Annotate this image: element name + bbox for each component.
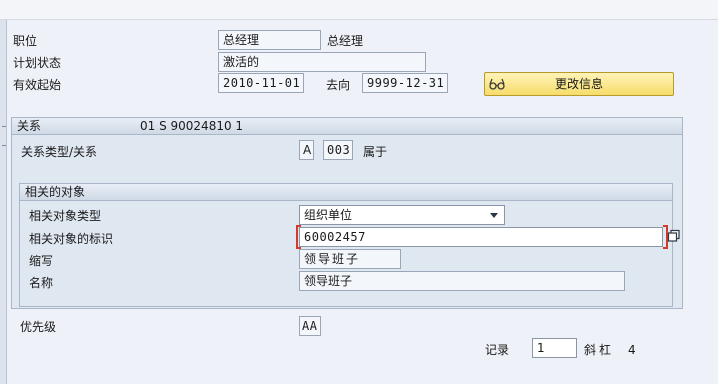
planning-status-label: 计划状态 (13, 56, 62, 70)
left-scroll-edge[interactable] (0, 20, 7, 384)
position-field[interactable]: 总经理 (218, 30, 321, 50)
priority-label: 优先级 (20, 320, 57, 334)
edge-tick (2, 126, 6, 127)
relationship-group-header: 关系 01 S 90024810 1 (12, 118, 682, 135)
relationship-code-field[interactable]: 003 (323, 140, 353, 160)
position-text: 总经理 (327, 34, 364, 48)
name-label: 名称 (29, 276, 54, 290)
change-info-button[interactable]: 更改信息 (484, 72, 674, 96)
planning-status-field[interactable]: 激活的 (218, 52, 426, 72)
related-object-title: 相关的对象 (25, 185, 86, 199)
valid-from-field[interactable]: 2010-11-01 (218, 73, 304, 93)
name-field[interactable]: 领导班子 (299, 271, 625, 291)
related-object-type-select[interactable]: 组织单位 (299, 205, 505, 225)
change-info-label: 更改信息 (554, 77, 603, 91)
priority-field[interactable]: AA (299, 316, 321, 336)
top-toolbar-strip (0, 0, 718, 20)
records-total: 4 (628, 343, 636, 357)
records-label: 记录 (485, 343, 510, 357)
related-object-group-header: 相关的对象 (20, 184, 672, 201)
position-label: 职位 (13, 34, 38, 48)
related-object-id-label: 相关对象的标识 (29, 232, 114, 246)
valid-from-label: 有效起始 (13, 78, 62, 92)
related-object-type-value: 组织单位 (304, 208, 353, 222)
records-current-field[interactable]: 1 (532, 338, 577, 358)
abbreviation-label: 缩写 (29, 254, 54, 268)
related-object-type-label: 相关对象类型 (29, 209, 102, 223)
chevron-down-icon[interactable] (490, 213, 498, 218)
relationship-text: 属于 (363, 145, 388, 159)
glasses-icon (489, 78, 505, 90)
edge-tick (2, 145, 6, 146)
relationship-type-code-field[interactable]: A (299, 140, 314, 160)
relationship-summary: 01 S 90024810 1 (140, 119, 244, 133)
related-object-id-field[interactable]: 60002457 (299, 227, 663, 247)
records-separator: 斜杠 (584, 343, 615, 357)
copy-icon[interactable] (667, 229, 681, 243)
abbreviation-field[interactable]: 领导班子 (299, 249, 401, 269)
valid-to-field[interactable]: 9999-12-31 (362, 73, 448, 93)
relationship-type-label: 关系类型/关系 (21, 145, 98, 159)
to-label: 去向 (326, 78, 351, 92)
relationship-title: 关系 (17, 119, 42, 133)
